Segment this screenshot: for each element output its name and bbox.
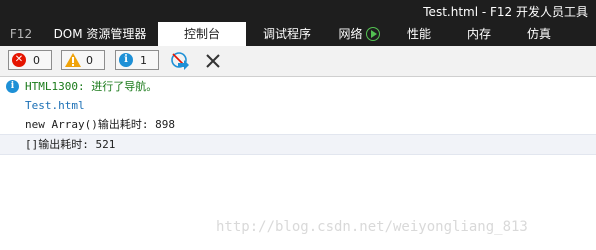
console-log-line: []输出耗时: 521 bbox=[0, 134, 596, 155]
console-message-source: Test.html bbox=[0, 96, 596, 115]
tab-debugger[interactable]: 调试程序 bbox=[246, 22, 328, 46]
clear-on-navigate-button[interactable] bbox=[170, 51, 190, 71]
tab-memory[interactable]: 内存 bbox=[448, 22, 510, 46]
log-text: new Array()输出耗时: 898 bbox=[25, 118, 175, 131]
clear-console-button[interactable] bbox=[203, 51, 223, 71]
errors-filter-button[interactable]: ✕ 0 bbox=[8, 50, 52, 70]
source-link[interactable]: Test.html bbox=[25, 96, 85, 115]
watermark: http://blog.csdn.net/weiyongliang_813 bbox=[216, 219, 528, 235]
tab-network[interactable]: 网络 bbox=[328, 22, 390, 46]
tab-f12[interactable]: F12 bbox=[0, 22, 42, 46]
window-title: Test.html - F12 开发人员工具 bbox=[423, 5, 588, 19]
tab-console[interactable]: 控制台 bbox=[158, 22, 246, 46]
errors-count: 0 bbox=[33, 54, 40, 67]
title-bar: Test.html - F12 开发人员工具 bbox=[0, 0, 596, 22]
warnings-filter-button[interactable]: 0 bbox=[61, 50, 105, 70]
info-icon: i bbox=[119, 53, 133, 67]
console-toolbar: ✕ 0 0 i 1 bbox=[0, 46, 596, 77]
tab-emulation[interactable]: 仿真 bbox=[510, 22, 568, 46]
console-output: i HTML1300: 进行了导航。 Test.html new Array()… bbox=[0, 77, 596, 155]
tab-bar: F12 DOM 资源管理器 控制台 调试程序 网络 性能 内存 仿真 bbox=[0, 22, 596, 46]
clear-on-navigate-icon bbox=[171, 52, 189, 70]
warning-icon bbox=[65, 53, 81, 67]
navigation-message: HTML1300: 进行了导航。 bbox=[25, 80, 158, 93]
console-log-line: new Array()输出耗时: 898 bbox=[0, 115, 596, 134]
warnings-count: 0 bbox=[86, 54, 93, 67]
messages-filter-button[interactable]: i 1 bbox=[115, 50, 159, 70]
console-message-navigation: i HTML1300: 进行了导航。 bbox=[0, 77, 596, 96]
messages-count: 1 bbox=[140, 54, 147, 67]
tab-network-label: 网络 bbox=[338, 27, 363, 41]
tab-dom-explorer[interactable]: DOM 资源管理器 bbox=[42, 22, 158, 46]
log-text: []输出耗时: 521 bbox=[25, 138, 116, 151]
play-icon bbox=[365, 27, 380, 41]
error-icon: ✕ bbox=[12, 53, 26, 67]
info-icon: i bbox=[6, 80, 19, 93]
tab-performance[interactable]: 性能 bbox=[390, 22, 448, 46]
close-icon bbox=[206, 54, 220, 68]
